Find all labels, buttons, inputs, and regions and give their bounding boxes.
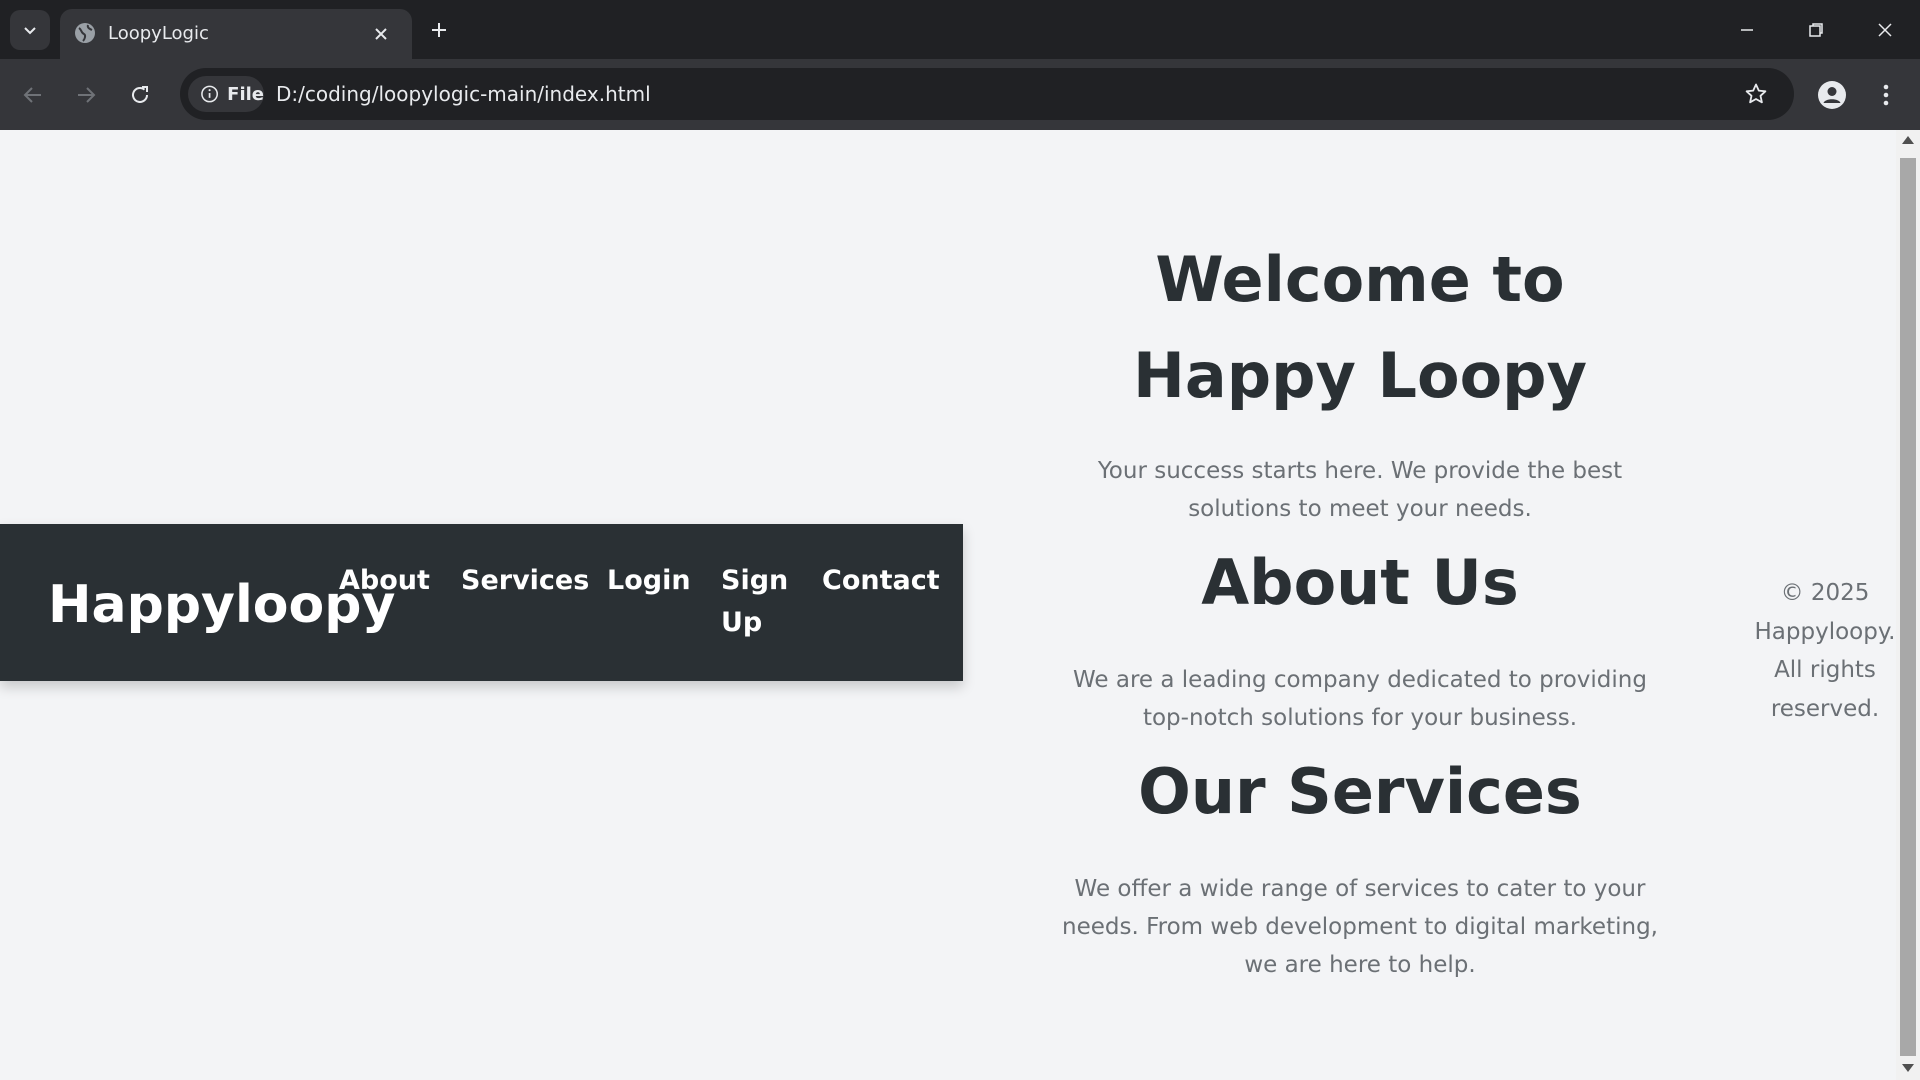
page-viewport: Happyloopy About Services Login Sign Up … [0,130,1896,1080]
tab-search-button[interactable] [10,10,50,50]
bookmark-button[interactable] [1742,80,1770,108]
nav-link-services[interactable]: Services [461,560,589,602]
services-text: We offer a wide range of services to cat… [1062,876,1658,978]
about-heading: About Us [1201,546,1519,619]
close-icon [375,28,387,40]
tab-title: LoopyLogic [108,23,209,44]
star-icon [1745,83,1767,104]
nav-link-about[interactable]: About [339,560,430,602]
chevron-down-icon [24,27,36,35]
address-bar[interactable]: File D:/coding/loopylogic-main/index.htm… [180,68,1794,120]
site-footer: © 2025 Happyloopy. All rights reserved. [1754,580,1896,722]
more-vertical-icon [1883,84,1889,106]
minimize-button[interactable] [1725,12,1769,48]
new-tab-button[interactable] [425,16,453,44]
services-heading: Our Services [1138,755,1582,828]
nav-link-signup[interactable]: Sign Up [721,560,791,644]
site-info-chip[interactable]: File [188,76,264,112]
url-text[interactable]: D:/coding/loopylogic-main/index.html [276,80,651,108]
arrow-left-icon [23,87,41,103]
scroll-down-arrow-icon[interactable] [1902,1064,1914,1072]
plus-icon [432,23,446,37]
close-icon [1878,23,1892,37]
browser-tab-strip: LoopyLogic [0,0,1920,59]
scrollbar-thumb[interactable] [1900,158,1916,1056]
profile-button[interactable] [1812,75,1852,115]
site-navbar: Happyloopy About Services Login Sign Up … [0,524,963,681]
restore-icon [1809,23,1823,37]
browser-tab-active[interactable]: LoopyLogic [60,9,412,59]
globe-icon [75,23,95,43]
window-close-button[interactable] [1863,12,1907,48]
tab-close-button[interactable] [368,21,394,47]
scroll-up-arrow-icon[interactable] [1902,136,1914,144]
welcome-text: Your success starts here. We provide the… [1097,458,1623,522]
file-chip-label: File [227,83,264,105]
nav-link-login[interactable]: Login [607,560,691,602]
arrow-right-icon [78,87,96,103]
forward-button[interactable] [66,75,106,115]
back-button[interactable] [13,75,53,115]
reload-button[interactable] [120,75,160,115]
welcome-heading: Welcome to Happy Loopy [1133,243,1587,412]
nav-link-contact[interactable]: Contact [822,560,940,602]
about-text: We are a leading company dedicated to pr… [1073,667,1647,731]
page-scrollbar[interactable] [1896,130,1920,1080]
info-icon [201,85,219,103]
browser-toolbar: File D:/coding/loopylogic-main/index.htm… [0,59,1920,130]
reload-icon [132,86,148,103]
avatar-icon [1818,81,1846,109]
minimize-icon [1741,29,1753,31]
browser-menu-button[interactable] [1870,75,1902,115]
restore-button[interactable] [1794,12,1838,48]
